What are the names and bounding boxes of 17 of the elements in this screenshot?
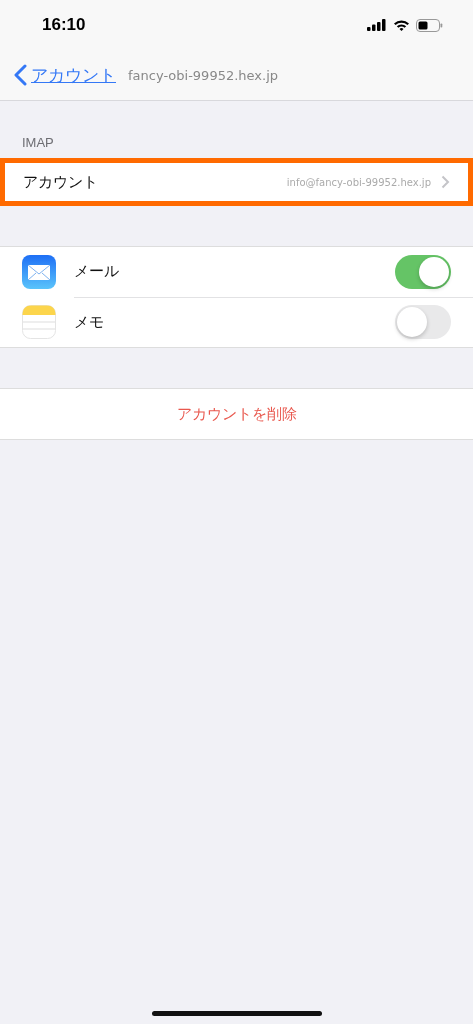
section-header: IMAP <box>21 134 55 152</box>
toggle-switch[interactable] <box>395 305 451 339</box>
nav-title: fancy-obi-99952.hex.jp <box>128 67 279 83</box>
chevron-right-icon <box>441 175 450 189</box>
account-row[interactable]: アカウント info@fancy-obi-99952.hex.jp <box>0 158 473 206</box>
wifi-icon <box>393 19 410 31</box>
toggle-switch[interactable] <box>395 254 451 289</box>
signal-icon <box>367 19 387 31</box>
app-label: メモ <box>74 312 104 332</box>
back-link[interactable]: アカウント <box>14 63 116 87</box>
back-chevron-icon <box>14 64 27 86</box>
status-time: 16:10 <box>42 15 86 35</box>
notepad-icon <box>22 305 56 339</box>
battery-icon <box>416 18 443 32</box>
app-label: メール <box>74 262 119 281</box>
delete-account-button[interactable]: アカウントを削除 <box>168 400 305 428</box>
mail-icon <box>22 255 56 289</box>
